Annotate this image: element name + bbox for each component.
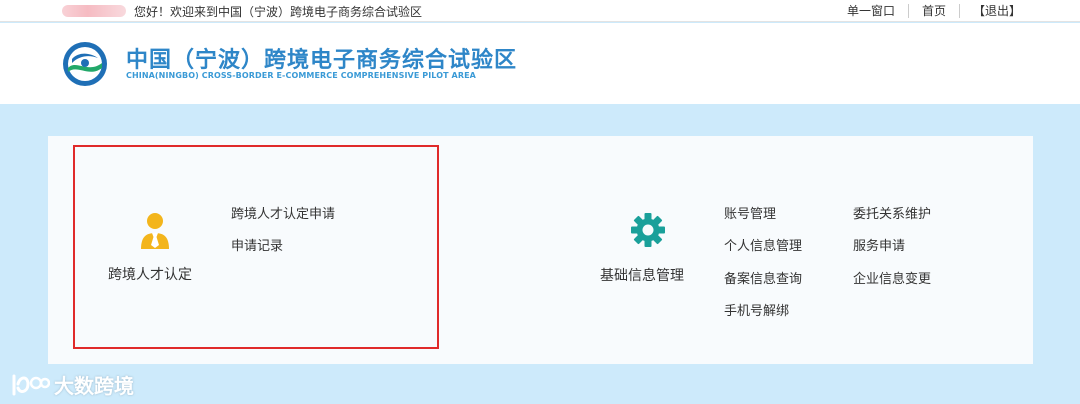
top-bar: 您好！欢迎来到中国（宁波）跨境电子商务综合试验区 单一窗口 首页 【退出】 bbox=[0, 0, 1080, 22]
service-apply-link[interactable]: 服务申请 bbox=[853, 235, 905, 254]
application-records-link[interactable]: 申请记录 bbox=[231, 235, 283, 254]
top-links: 单一窗口 首页 【退出】 bbox=[834, 3, 1034, 18]
site-title: 中国（宁波）跨境电子商务综合试验区 bbox=[126, 48, 518, 73]
site-subtitle: CHINA(NINGBO) CROSS-BORDER E-COMMERCE CO… bbox=[126, 71, 476, 80]
talent-module-label[interactable]: 跨境人才认定 bbox=[108, 264, 192, 284]
talent-apply-link[interactable]: 跨境人才认定申请 bbox=[231, 203, 335, 222]
single-window-link[interactable]: 单一窗口 bbox=[834, 4, 908, 18]
masked-username bbox=[62, 5, 126, 17]
site-header: 中国（宁波）跨境电子商务综合试验区 CHINA(NINGBO) CROSS-BO… bbox=[0, 23, 1080, 104]
watermark-text: 大数跨境 bbox=[54, 374, 134, 398]
company-info-change-link[interactable]: 企业信息变更 bbox=[853, 268, 931, 287]
phone-unbind-link[interactable]: 手机号解绑 bbox=[724, 300, 789, 319]
personal-info-link[interactable]: 个人信息管理 bbox=[724, 235, 802, 254]
watermark-logo-icon bbox=[12, 374, 50, 395]
account-management-link[interactable]: 账号管理 bbox=[724, 203, 776, 222]
filing-query-link[interactable]: 备案信息查询 bbox=[724, 268, 802, 287]
logout-link[interactable]: 【退出】 bbox=[958, 4, 1034, 18]
site-logo-icon bbox=[63, 42, 107, 86]
watermark: 大数跨境 bbox=[10, 370, 134, 399]
delegation-link[interactable]: 委托关系维护 bbox=[853, 203, 931, 222]
info-module-label[interactable]: 基础信息管理 bbox=[600, 265, 684, 285]
welcome-text: 您好！欢迎来到中国（宁波）跨境电子商务综合试验区 bbox=[134, 5, 423, 19]
user-tie-icon bbox=[141, 213, 169, 249]
home-link[interactable]: 首页 bbox=[907, 4, 959, 18]
gear-icon bbox=[631, 213, 665, 247]
